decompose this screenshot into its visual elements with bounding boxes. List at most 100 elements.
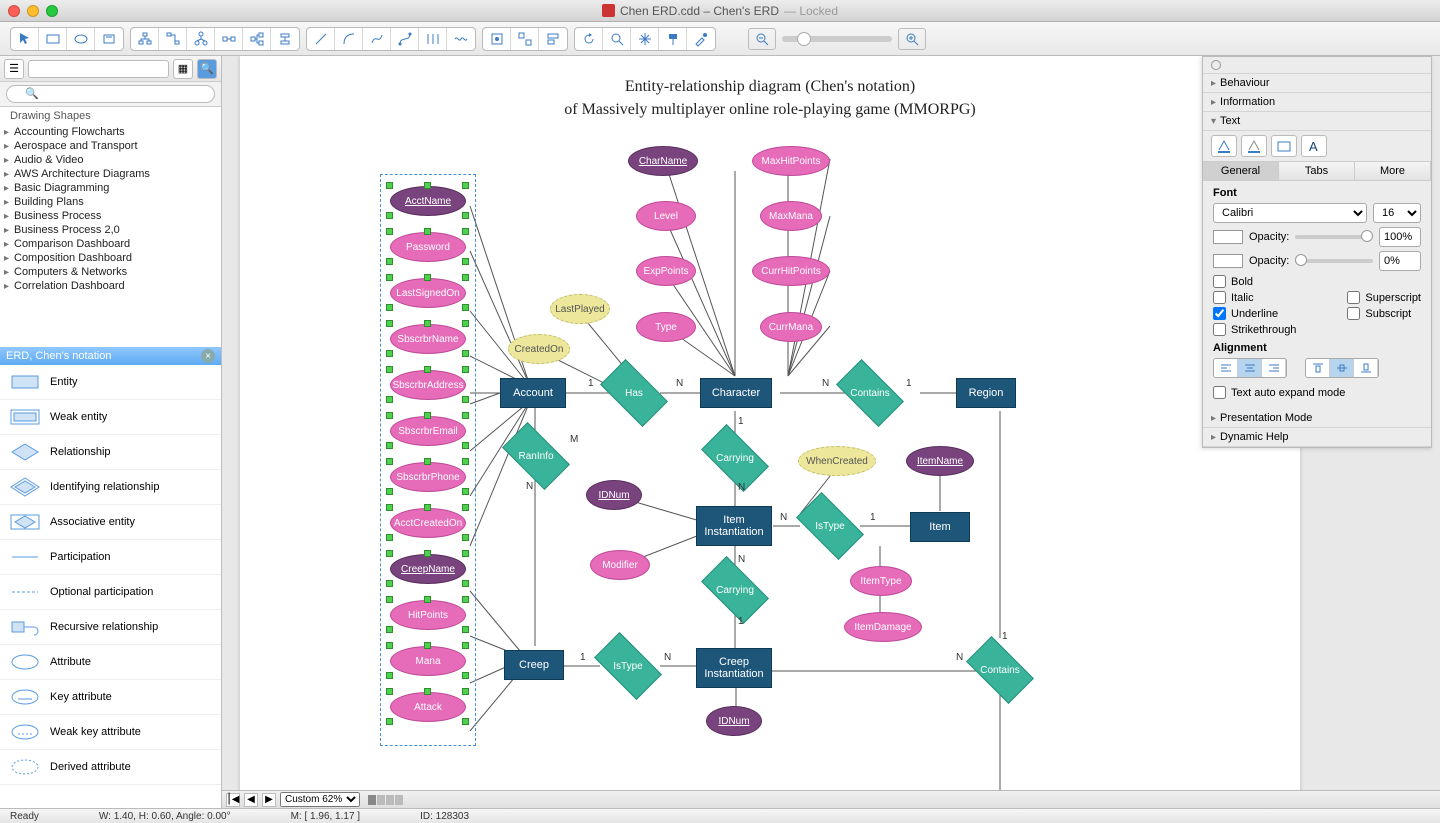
entity-region[interactable]: Region xyxy=(956,378,1016,408)
selection-handle[interactable] xyxy=(424,228,431,235)
entity-account[interactable]: Account xyxy=(500,378,566,408)
selection-handle[interactable] xyxy=(424,412,431,419)
selection-handle[interactable] xyxy=(462,672,469,679)
eyedropper-tool-button[interactable] xyxy=(687,28,715,50)
stencil-item[interactable]: Identifying relationship xyxy=(0,470,221,505)
section-presentation[interactable]: Presentation Mode xyxy=(1203,409,1431,428)
attr-modifier[interactable]: Modifier xyxy=(590,550,650,580)
entity-creep[interactable]: Creep xyxy=(504,650,564,680)
selected-attr[interactable]: LastSignedOn xyxy=(390,278,466,308)
chain-tool-button[interactable] xyxy=(159,28,187,50)
selected-attr[interactable]: SbscrbrPhone xyxy=(390,462,466,492)
outline-opacity-slider[interactable] xyxy=(1295,259,1373,263)
align-tool-button[interactable] xyxy=(539,28,567,50)
attr-itemtype[interactable]: ItemType xyxy=(850,566,912,596)
stencil-item[interactable]: Attribute xyxy=(0,645,221,680)
stencil-item[interactable]: Derived attribute xyxy=(0,750,221,785)
selection-handle[interactable] xyxy=(462,274,469,281)
diagram-page[interactable]: Entity-relationship diagram (Chen's nota… xyxy=(240,56,1300,790)
fill-opacity-slider[interactable] xyxy=(1295,235,1373,239)
selection-handle[interactable] xyxy=(386,396,393,403)
fontsize-select[interactable]: 16 xyxy=(1373,203,1421,223)
tab-more[interactable]: More xyxy=(1355,162,1431,180)
selection-handle[interactable] xyxy=(386,642,393,649)
selection-handle[interactable] xyxy=(386,442,393,449)
connect-tool-button[interactable] xyxy=(215,28,243,50)
selection-handle[interactable] xyxy=(462,258,469,265)
stencil-item[interactable]: Key attribute xyxy=(0,680,221,715)
library-grid-button[interactable]: ▦ xyxy=(173,59,193,79)
text-font-button[interactable]: A xyxy=(1301,135,1327,157)
selection-handle[interactable] xyxy=(462,350,469,357)
stencil-item[interactable]: Recursive relationship xyxy=(0,610,221,645)
attr-idnum[interactable]: IDNum xyxy=(586,480,642,510)
wave-tool-button[interactable] xyxy=(447,28,475,50)
stencil-item[interactable]: Associative entity xyxy=(0,505,221,540)
selection-handle[interactable] xyxy=(462,458,469,465)
tree2-tool-button[interactable] xyxy=(187,28,215,50)
selection-handle[interactable] xyxy=(462,718,469,725)
zoom-slider[interactable] xyxy=(782,36,892,42)
selection-handle[interactable] xyxy=(462,304,469,311)
pan-tool-button[interactable] xyxy=(631,28,659,50)
text-fill-swatch[interactable] xyxy=(1213,230,1243,244)
rect-tool-button[interactable] xyxy=(39,28,67,50)
attr-charname[interactable]: CharName xyxy=(628,146,698,176)
entity-character[interactable]: Character xyxy=(700,378,772,408)
selection-handle[interactable] xyxy=(386,182,393,189)
branch-tool-button[interactable] xyxy=(243,28,271,50)
selected-attr[interactable]: SbscrbrAddress xyxy=(390,370,466,400)
format-tool-button[interactable] xyxy=(659,28,687,50)
selection-handle[interactable] xyxy=(462,366,469,373)
selected-attr[interactable]: Attack xyxy=(390,692,466,722)
selection-handle[interactable] xyxy=(386,320,393,327)
category-item[interactable]: Basic Diagramming xyxy=(0,181,221,195)
selected-attr[interactable]: Password xyxy=(390,232,466,262)
selection-handle[interactable] xyxy=(386,458,393,465)
zoom-select[interactable]: Custom 62% xyxy=(280,792,360,807)
selection-handle[interactable] xyxy=(386,596,393,603)
text-fill-button[interactable] xyxy=(1211,135,1237,157)
auto-expand-checkbox[interactable] xyxy=(1213,386,1226,399)
tree-tool-button[interactable] xyxy=(131,28,159,50)
rel-contains[interactable]: Contains xyxy=(840,375,900,411)
italic-checkbox[interactable] xyxy=(1213,291,1226,304)
selection-handle[interactable] xyxy=(424,596,431,603)
snap-tool-button[interactable] xyxy=(483,28,511,50)
selection-handle[interactable] xyxy=(386,274,393,281)
attr-currmana[interactable]: CurrMana xyxy=(760,312,822,342)
attr-createdon[interactable]: CreatedOn xyxy=(508,334,570,364)
attr-lastplayed[interactable]: LastPlayed xyxy=(550,294,610,324)
attr-level[interactable]: Level xyxy=(636,201,696,231)
selection-handle[interactable] xyxy=(386,672,393,679)
panel-anchor-icon[interactable] xyxy=(1211,60,1221,70)
super-checkbox[interactable] xyxy=(1347,291,1360,304)
text-box-button[interactable] xyxy=(1271,135,1297,157)
category-item[interactable]: Computers & Networks xyxy=(0,265,221,279)
selection-handle[interactable] xyxy=(462,488,469,495)
selection-handle[interactable] xyxy=(462,688,469,695)
minimize-window-button[interactable] xyxy=(27,5,39,17)
category-item[interactable]: Aerospace and Transport xyxy=(0,139,221,153)
selection-handle[interactable] xyxy=(386,258,393,265)
page-tab[interactable] xyxy=(377,795,385,805)
selection-handle[interactable] xyxy=(386,718,393,725)
text-shadow-button[interactable] xyxy=(1241,135,1267,157)
bold-checkbox[interactable] xyxy=(1213,275,1226,288)
page-first-button[interactable]: ⎮◀ xyxy=(226,793,240,807)
selected-attr[interactable]: SbscrbrEmail xyxy=(390,416,466,446)
ellipse-tool-button[interactable] xyxy=(67,28,95,50)
attr-itemname[interactable]: ItemName xyxy=(906,446,974,476)
category-item[interactable]: AWS Architecture Diagrams xyxy=(0,167,221,181)
selection-handle[interactable] xyxy=(462,412,469,419)
stencil-item[interactable]: Participation xyxy=(0,540,221,575)
rel-contains2[interactable]: Contains xyxy=(970,652,1030,688)
selected-attr[interactable]: CreepName xyxy=(390,554,466,584)
tab-tabs[interactable]: Tabs xyxy=(1279,162,1355,180)
selection-handle[interactable] xyxy=(386,228,393,235)
selection-handle[interactable] xyxy=(424,274,431,281)
entity-iteminst[interactable]: Item Instantiation xyxy=(696,506,772,546)
selection-handle[interactable] xyxy=(462,320,469,327)
font-select[interactable]: Calibri xyxy=(1213,203,1367,223)
selection-handle[interactable] xyxy=(386,534,393,541)
